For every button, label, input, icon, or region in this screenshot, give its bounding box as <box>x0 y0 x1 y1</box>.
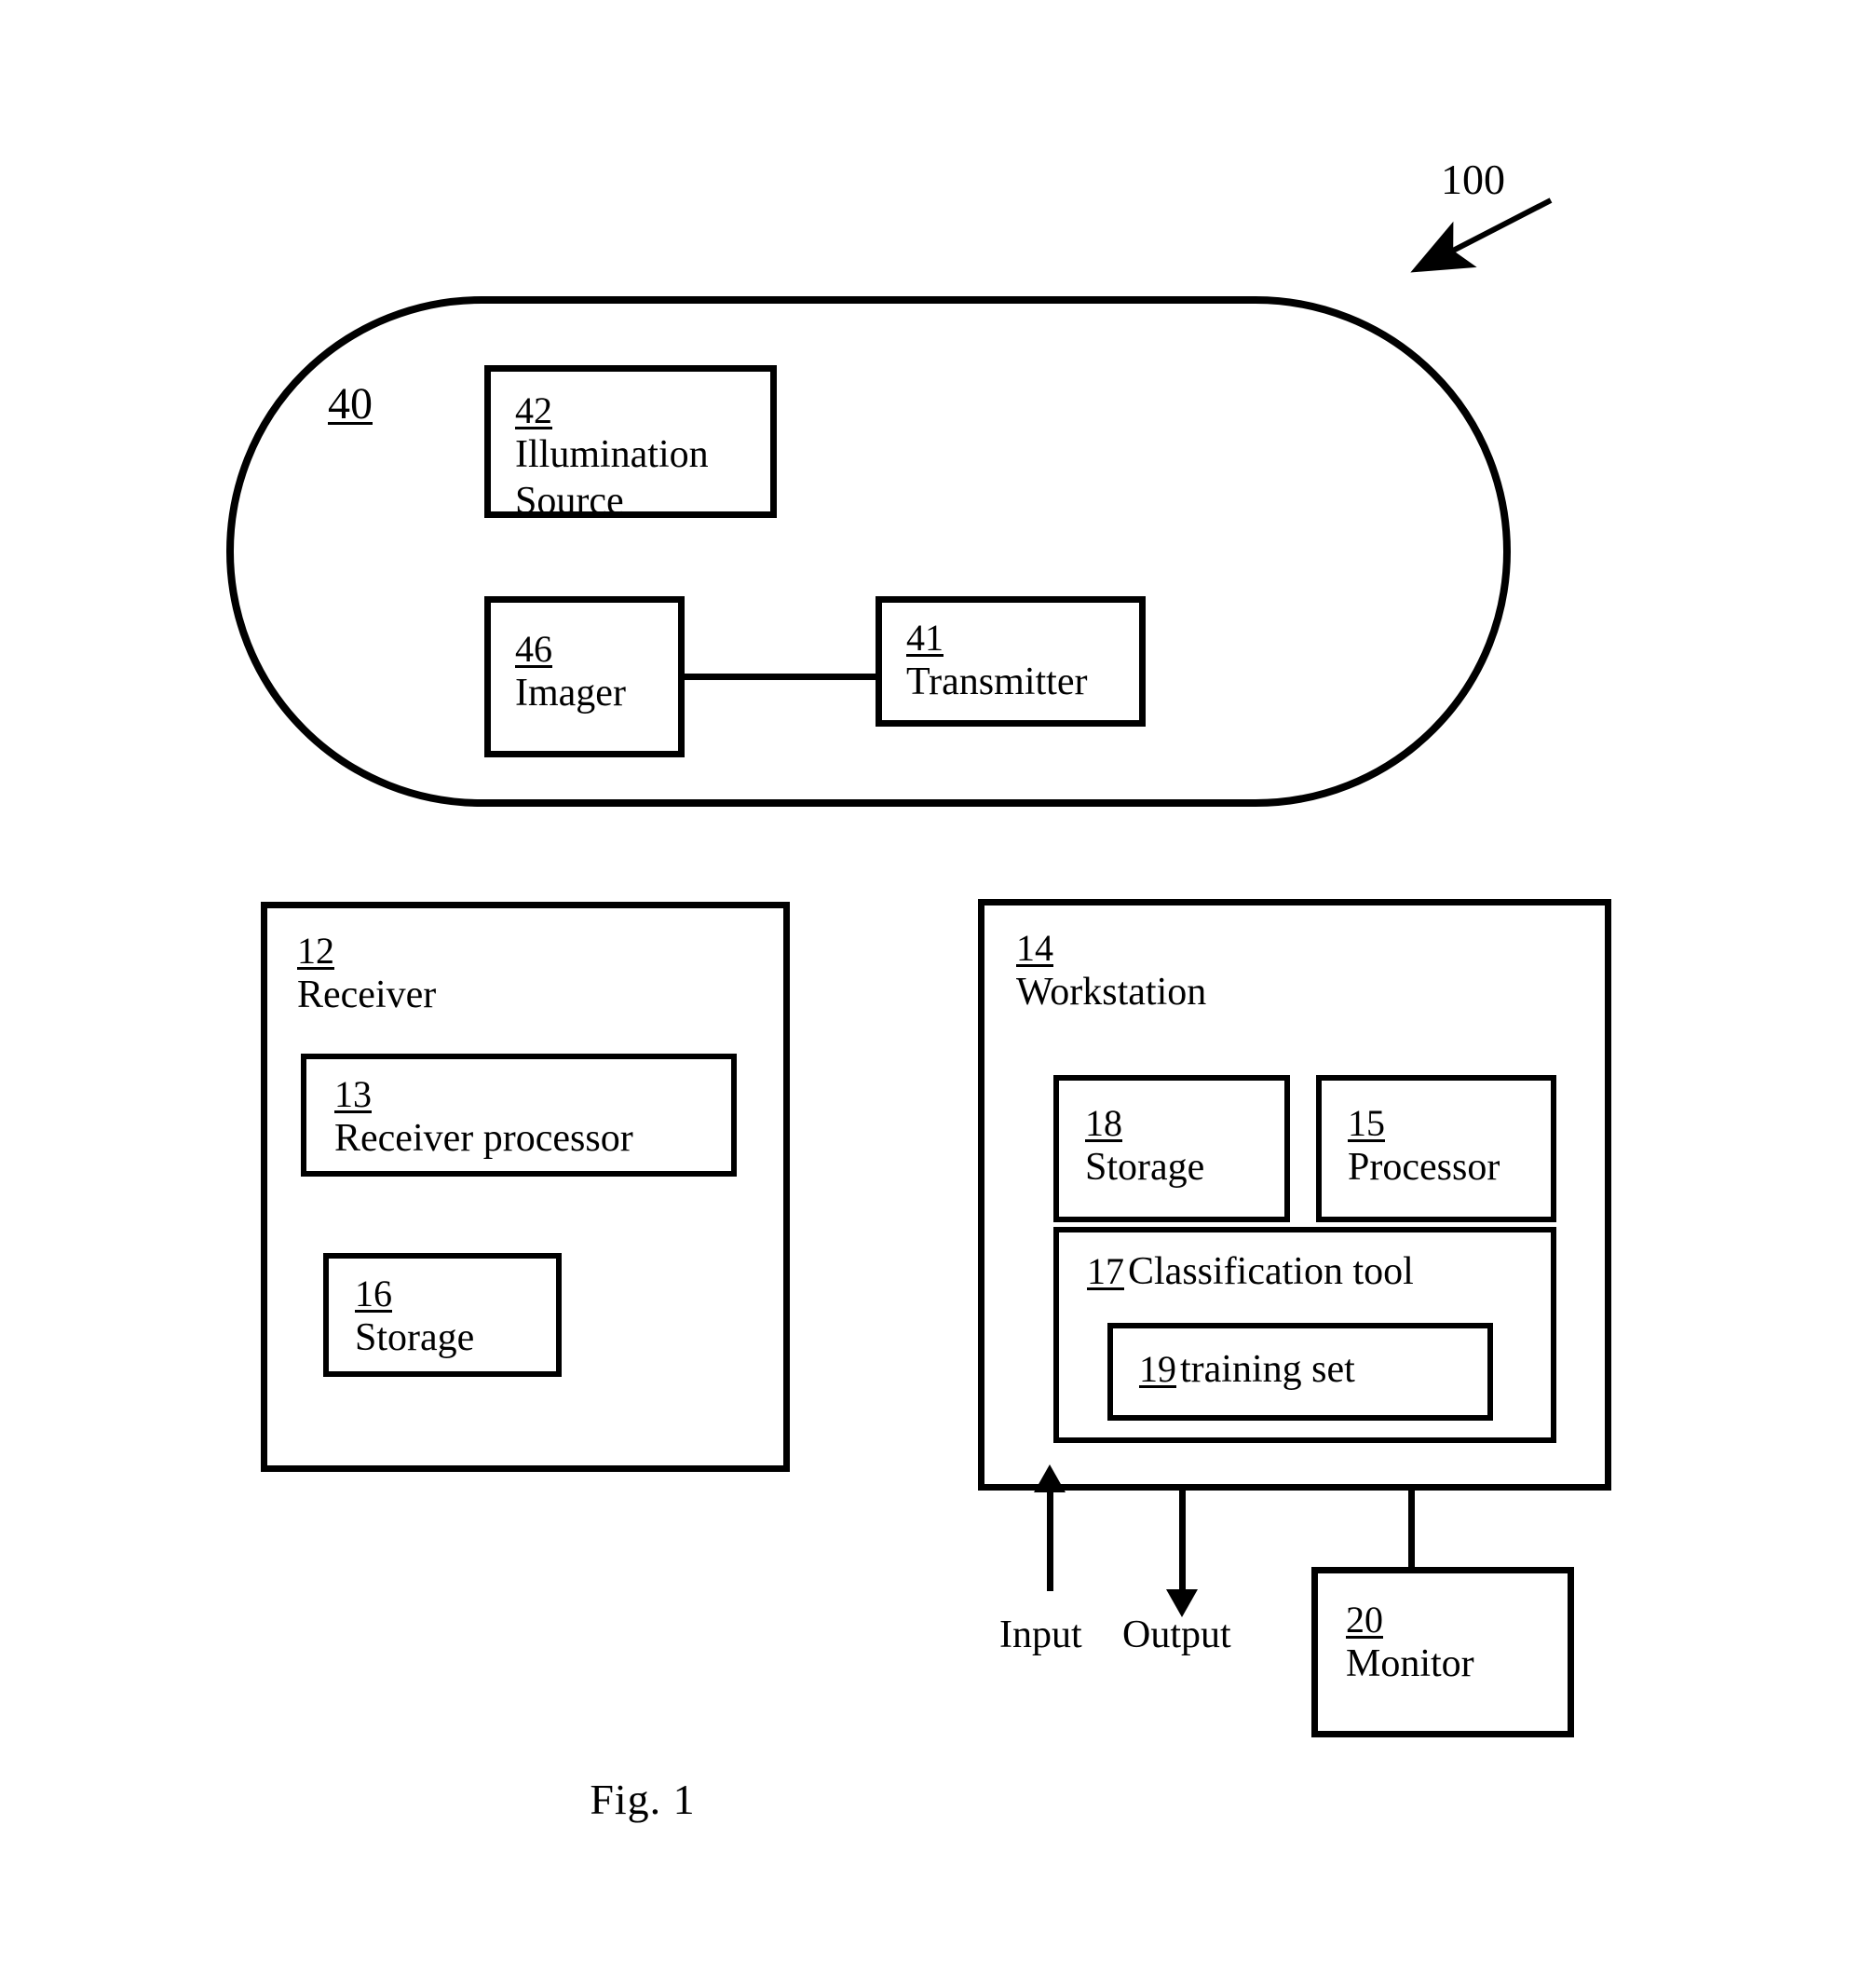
box-workstation-processor: 15 Processor <box>1316 1075 1556 1222</box>
input-arrow-icon <box>1034 1464 1066 1591</box>
figure-caption: Fig. 1 <box>590 1776 696 1823</box>
receiver-processor-text: 13 Receiver processor <box>334 1072 633 1163</box>
receiver-label: Receiver <box>297 974 437 1017</box>
capsule-device-40 <box>226 296 1511 807</box>
box-imager: 46 Imager <box>484 596 685 757</box>
training-set-label: training set <box>1180 1348 1355 1391</box>
transmitter-text: 41 Transmitter <box>906 616 1087 706</box>
classification-tool-label: Classification tool <box>1128 1250 1414 1293</box>
box-receiver: 12 Receiver 13 Receiver processor 16 Sto… <box>261 902 790 1472</box>
workstation-label: Workstation <box>1016 971 1207 1014</box>
workstation-processor-label: Processor <box>1348 1146 1500 1190</box>
receiver-numeral: 12 <box>297 930 334 972</box>
workstation-processor-text: 15 Processor <box>1348 1101 1500 1191</box>
receiver-storage-text: 16 Storage <box>355 1272 474 1362</box>
monitor-numeral: 20 <box>1346 1599 1383 1641</box>
receiver-storage-label: Storage <box>355 1316 475 1360</box>
receiver-storage-numeral: 16 <box>355 1273 392 1314</box>
box-monitor: 20 Monitor <box>1311 1567 1574 1737</box>
box-receiver-storage: 16 Storage <box>323 1253 562 1377</box>
box-transmitter: 41 Transmitter <box>876 596 1146 727</box>
workstation-storage-text: 18 Storage <box>1085 1101 1204 1191</box>
receiver-processor-label: Receiver processor <box>334 1117 633 1161</box>
figure-canvas: 100 40 42 Illumination Source 46 Imager … <box>0 0 1860 1988</box>
box-training-set: 19 training set <box>1107 1323 1493 1421</box>
workstation-numeral: 14 <box>1016 927 1053 969</box>
output-label: Output <box>1122 1614 1231 1656</box>
box-receiver-processor: 13 Receiver processor <box>301 1054 737 1177</box>
transmitter-label: Transmitter <box>906 660 1088 704</box>
connector-imager-transmitter <box>683 674 878 680</box>
input-label: Input <box>999 1614 1082 1656</box>
imager-text: 46 Imager <box>515 627 626 717</box>
lead-line-arrow-icon <box>1410 197 1553 273</box>
receiver-processor-numeral: 13 <box>334 1073 372 1115</box>
classification-tool-numeral: 17 <box>1087 1250 1124 1292</box>
transmitter-numeral: 41 <box>906 617 944 659</box>
monitor-label: Monitor <box>1346 1642 1474 1686</box>
receiver-text: 12 Receiver <box>297 929 436 1019</box>
box-classification-tool: 17 Classification tool 19 training set <box>1053 1227 1556 1443</box>
classification-tool-text: 17 Classification tool <box>1087 1249 1414 1296</box>
output-arrow-icon <box>1166 1491 1198 1617</box>
workstation-text: 14 Workstation <box>1016 926 1206 1016</box>
workstation-storage-numeral: 18 <box>1085 1102 1122 1144</box>
connector-workstation-monitor <box>1408 1491 1415 1571</box>
box-illumination-source: 42 Illumination Source <box>484 365 777 523</box>
box-workstation-storage: 18 Storage <box>1053 1075 1290 1222</box>
training-set-text: 19 training set <box>1139 1347 1355 1394</box>
imager-label: Imager <box>515 672 626 715</box>
box-workstation: 14 Workstation 18 Storage 15 Processor 1… <box>978 899 1611 1491</box>
illumination-source-numeral: 42 <box>515 389 552 431</box>
illumination-source-label-line1: Illumination <box>515 433 709 477</box>
training-set-numeral: 19 <box>1139 1348 1176 1390</box>
workstation-storage-label: Storage <box>1085 1146 1205 1190</box>
imager-numeral: 46 <box>515 628 552 670</box>
monitor-text: 20 Monitor <box>1346 1598 1474 1688</box>
capsule-numeral-40: 40 <box>328 379 373 429</box>
illumination-source-label-line2: Source <box>515 479 624 523</box>
illumination-source-text: 42 Illumination Source <box>515 388 709 524</box>
workstation-processor-numeral: 15 <box>1348 1102 1385 1144</box>
